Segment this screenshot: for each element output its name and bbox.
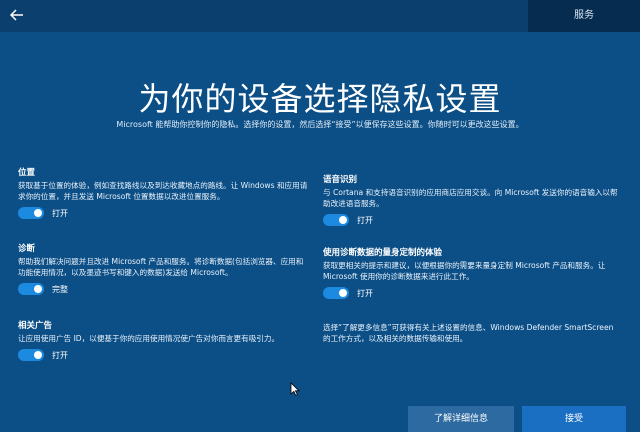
setting-location: 位置 获取基于位置的体验，例如查找路线以及到达收藏地点的路线。让 Windows…	[18, 168, 308, 220]
tailored-toggle-label: 打开	[357, 288, 373, 298]
setting-speech-toggle-row: 打开	[323, 213, 623, 227]
toggle-knob	[34, 285, 42, 294]
learn-more-button[interactable]: 了解详细信息	[408, 406, 514, 432]
setting-diagnostics-toggle-row: 完整	[18, 282, 308, 296]
setting-speech-desc: 与 Cortana 和支持语音识别的应用商店应用交谈。向 Microsoft 发…	[323, 188, 618, 209]
speech-toggle[interactable]	[323, 214, 349, 227]
location-toggle-label: 打开	[52, 208, 68, 218]
setting-diagnostics-name: 诊断	[18, 244, 36, 254]
setting-tailored-toggle-row: 打开	[323, 286, 623, 300]
setting-tailored-name: 使用诊断数据的量身定制的体验	[323, 248, 443, 258]
ads-toggle-label: 打开	[52, 350, 68, 360]
setting-ads-desc: 让应用使用广告 ID，以便基于你的应用使用情况使广告对你而言更有吸引力。	[18, 334, 280, 343]
location-toggle[interactable]	[18, 207, 44, 220]
back-arrow-glyph	[9, 9, 23, 21]
setting-tailored: 使用诊断数据的量身定制的体验 获取更相关的提示和建议，以便根据你的需要来量身定制…	[323, 248, 623, 300]
setting-ads-name: 相关广告	[18, 321, 53, 331]
oobe-privacy-screen: 服务 为你的设备选择隐私设置 Microsoft 能帮助你控制你的隐私。选择你的…	[0, 0, 640, 432]
mouse-pointer-icon	[290, 382, 300, 396]
setting-speech: 语音识别 与 Cortana 和支持语音识别的应用商店应用交谈。向 Micros…	[323, 175, 623, 227]
tailored-toggle[interactable]	[323, 287, 349, 300]
setting-location-toggle-row: 打开	[18, 206, 308, 220]
speech-toggle-label: 打开	[357, 215, 373, 225]
toggle-knob	[339, 216, 347, 225]
setting-location-desc: 获取基于位置的体验，例如查找路线以及到达收藏地点的路线。让 Windows 和应…	[18, 181, 308, 202]
learn-more-info-text: 选择“了解更多信息”可获得有关上述设置的信息、Windows Defender …	[323, 323, 614, 344]
setting-speech-name: 语音识别	[323, 175, 358, 185]
setting-location-name: 位置	[18, 168, 36, 178]
setting-ads-toggle-row: 打开	[18, 348, 308, 362]
toggle-knob	[339, 289, 347, 298]
setting-diagnostics: 诊断 帮助我们解决问题并且改进 Microsoft 产品和服务。将诊断数据(包括…	[18, 244, 308, 296]
page-title: 为你的设备选择隐私设置	[138, 80, 502, 118]
service-tab: 服务	[528, 0, 640, 32]
toggle-knob	[34, 351, 42, 360]
top-bar: 服务	[0, 0, 640, 32]
ads-toggle[interactable]	[18, 349, 44, 362]
toggle-knob	[34, 209, 42, 218]
back-arrow-icon[interactable]	[6, 4, 28, 26]
accept-button[interactable]: 接受	[522, 406, 626, 432]
setting-tailored-desc: 获取更相关的提示和建议，以便根据你的需要来量身定制 Microsoft 产品和服…	[323, 261, 606, 282]
setting-diagnostics-desc: 帮助我们解决问题并且改进 Microsoft 产品和服务。将诊断数据(包括浏览器…	[18, 257, 304, 278]
diagnostics-toggle-label: 完整	[52, 284, 68, 294]
setting-ads: 相关广告 让应用使用广告 ID，以便基于你的应用使用情况使广告对你而言更有吸引力…	[18, 321, 308, 362]
page-subtitle: Microsoft 能帮助你控制你的隐私。选择你的设置，然后选择“接受”以便保存…	[116, 120, 524, 129]
diagnostics-toggle[interactable]	[18, 283, 44, 296]
